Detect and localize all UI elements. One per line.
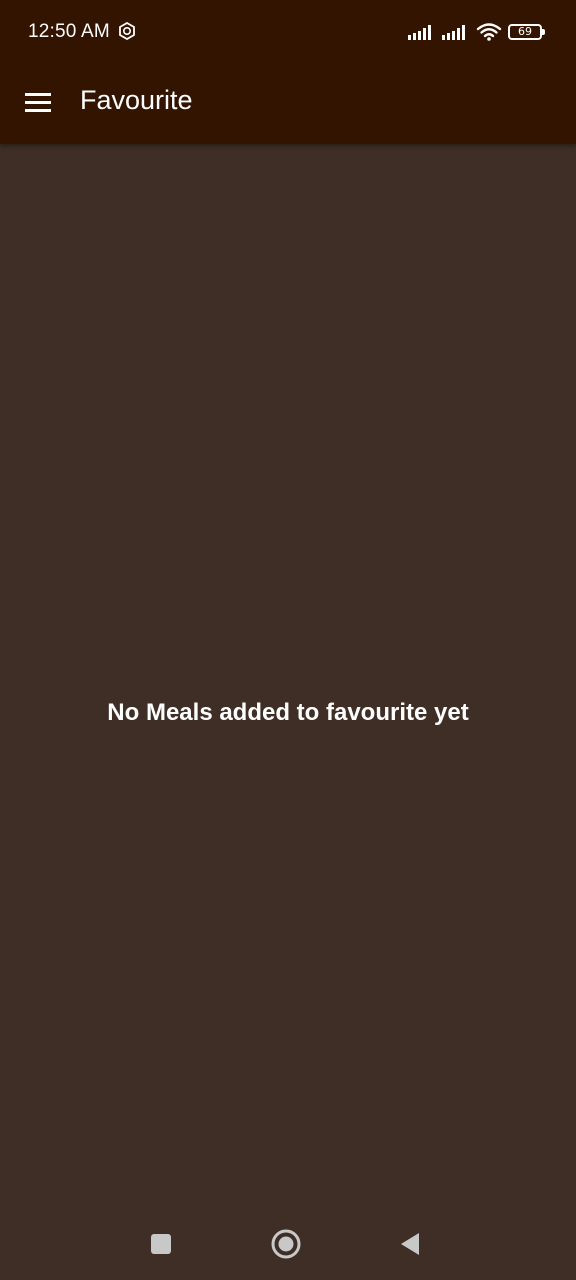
hamburger-menu-icon: [25, 93, 51, 112]
status-bar: 12:50 AM 69: [0, 0, 576, 64]
back-button[interactable]: [390, 1224, 430, 1264]
signal-icon: [408, 24, 436, 40]
recents-button[interactable]: [141, 1224, 181, 1264]
home-circle-icon: [271, 1229, 301, 1259]
home-button[interactable]: [266, 1224, 306, 1264]
app-bar: Favourite: [0, 64, 576, 144]
hamburger-menu-button[interactable]: [14, 78, 62, 126]
status-icons: 69: [408, 21, 545, 43]
signal-icon: [442, 24, 470, 40]
back-triangle-icon: [401, 1233, 419, 1255]
wifi-icon: [476, 22, 502, 42]
favourite-screen: 12:50 AM 69 Favourite No Meals added to …: [0, 0, 576, 1280]
page-title: Favourite: [80, 85, 193, 115]
top-bar: 12:50 AM 69 Favourite: [0, 0, 576, 144]
system-nav-bar: [0, 1208, 576, 1280]
battery-icon: 69: [508, 24, 545, 40]
recents-square-icon: [151, 1234, 171, 1254]
empty-state-message: No Meals added to favourite yet: [107, 699, 469, 726]
status-time: 12:50 AM: [28, 21, 110, 42]
shield-icon: [118, 21, 136, 41]
